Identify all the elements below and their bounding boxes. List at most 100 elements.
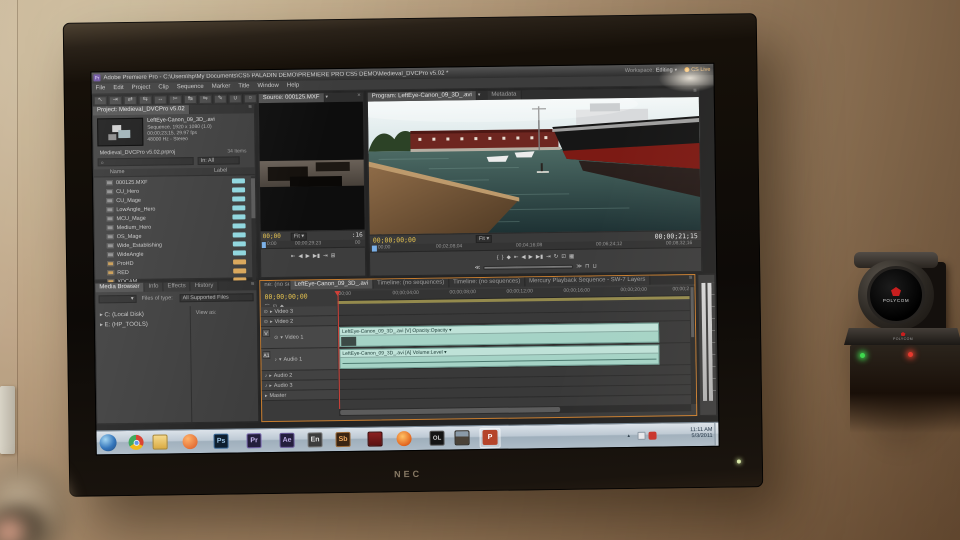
go-to-next-button[interactable]: ⇥	[546, 254, 551, 260]
chrome-icon[interactable]	[128, 434, 144, 450]
menu-edit[interactable]: Edit	[109, 85, 127, 91]
tab-history[interactable]: History	[190, 281, 219, 292]
jog-right-icon[interactable]: ≫	[576, 264, 582, 270]
project-scrollbar[interactable]	[250, 176, 257, 285]
tray-icon[interactable]	[648, 431, 657, 440]
chevron-down-icon[interactable]: ▾	[324, 93, 329, 102]
tab-metadata[interactable]: Metadata	[487, 90, 522, 100]
step-back-button[interactable]: ◀	[521, 254, 525, 260]
step-forward-button[interactable]: ▶▮	[536, 254, 543, 260]
cti-head[interactable]	[334, 291, 341, 300]
tab-effects[interactable]: Effects	[163, 282, 191, 292]
tab-timeline-3[interactable]: Timeline: (no sequences)	[449, 277, 526, 288]
collapse-icon[interactable]: ▸	[270, 318, 273, 324]
media-player-icon[interactable]	[182, 434, 198, 450]
collapse-icon[interactable]: ▸	[269, 372, 272, 378]
track-select-tool[interactable]: ⇥	[108, 95, 122, 105]
panel-menu-icon[interactable]: ≡	[691, 88, 699, 97]
tray-expand-icon[interactable]: ▴	[628, 433, 631, 439]
photo-viewer-icon[interactable]	[454, 430, 470, 446]
go-to-out-button[interactable]: ⇥	[323, 253, 328, 259]
play-button[interactable]: ▶	[306, 253, 310, 259]
after-effects-icon[interactable]: Ae	[279, 432, 295, 448]
powerpoint-icon[interactable]: P	[482, 429, 498, 446]
cs-live-button[interactable]: CS Live	[691, 66, 710, 72]
expand-icon[interactable]: ▾	[279, 356, 282, 362]
menu-clip[interactable]: Clip	[154, 84, 172, 90]
tab-timeline-active[interactable]: LeftEye-Canon_09_3D_.avi	[290, 279, 374, 290]
workspace-switcher[interactable]: Editing	[656, 67, 673, 73]
collapse-icon[interactable]: ▸	[269, 382, 272, 388]
source-playhead[interactable]	[261, 242, 266, 249]
tab-info[interactable]: Info	[144, 282, 164, 292]
panel-menu-icon[interactable]: ≡	[249, 281, 257, 290]
go-to-in-button[interactable]: {	[497, 255, 499, 261]
slide-tool[interactable]: ⇋	[198, 94, 212, 104]
toggle-track-mute-icon[interactable]: ♪	[274, 356, 277, 362]
collapse-icon[interactable]: ▸	[270, 308, 273, 314]
chevron-down-icon[interactable]: ▾	[675, 67, 678, 73]
rolling-edit-tool[interactable]: ⇆	[138, 95, 152, 105]
razor-tool[interactable]: ✂	[168, 94, 182, 104]
show-desktop-button[interactable]	[714, 422, 719, 447]
tab-media-browser[interactable]: Media Browser	[95, 282, 145, 293]
tab-timeline-2[interactable]: Timeline: (no sequences)	[373, 278, 450, 289]
toggle-track-output-icon[interactable]: ⊙	[264, 309, 268, 315]
program-zoom-dropdown[interactable]: Fit ▾	[475, 234, 493, 243]
source-timecode[interactable]: 00;00	[263, 233, 287, 240]
jog-left-icon[interactable]: ≪	[475, 265, 481, 271]
chevron-down-icon[interactable]: ▾	[477, 91, 482, 100]
expand-icon[interactable]: ▾	[280, 334, 283, 340]
menu-sequence[interactable]: Sequence	[173, 84, 208, 90]
panel-menu-icon[interactable]: ≡	[687, 275, 695, 284]
toggle-track-mute-icon[interactable]: ♪	[265, 383, 268, 389]
taskbar-clock[interactable]: 11:11 AM 5/3/2011	[662, 427, 713, 440]
marker-icon[interactable]: ◆	[507, 255, 511, 261]
adobe-red-app-icon[interactable]	[367, 431, 383, 447]
selection-tool[interactable]: ↖	[93, 95, 107, 105]
output-button[interactable]: ▦	[569, 254, 574, 260]
loop-button[interactable]: ↻	[554, 254, 559, 260]
timeline-vscrollbar[interactable]	[689, 286, 697, 405]
insert-button[interactable]: ⊞	[331, 253, 336, 259]
go-to-in-button[interactable]: ⇤	[291, 254, 296, 260]
shuttle-slider[interactable]	[483, 264, 574, 271]
start-button[interactable]	[99, 434, 117, 452]
toggle-track-output-icon[interactable]: ⊙	[264, 319, 268, 325]
files-of-type-dropdown[interactable]: All Supported Files	[179, 293, 254, 303]
toggle-track-mute-icon[interactable]: ♪	[265, 373, 268, 379]
collapse-icon[interactable]: ▸	[265, 393, 268, 399]
program-timecode[interactable]: 00;00;00;00	[373, 235, 416, 244]
source-patch-audio[interactable]: A1	[262, 351, 271, 360]
tab-project[interactable]: Project: Medieval_DVCPro v5.02	[92, 105, 190, 116]
source-zoom-dropdown[interactable]: Fit ▾	[290, 231, 308, 241]
track-header-audio1[interactable]: A1 ♪ ▾ Audio 1	[261, 348, 338, 372]
in-filter-dropdown[interactable]: In: All	[197, 156, 240, 165]
pen-tool[interactable]: ✎	[213, 94, 227, 104]
safe-margins-button[interactable]: ⊡	[561, 254, 566, 260]
soundbooth-icon[interactable]: Sb	[335, 431, 351, 448]
column-name[interactable]: Name	[110, 169, 125, 175]
search-input[interactable]: ○	[97, 157, 194, 167]
premiere-icon[interactable]: Pr	[246, 433, 262, 449]
drive-item-c[interactable]: ▸ C: (Local Disk)	[100, 311, 144, 319]
play-button[interactable]: ▶	[529, 254, 533, 260]
rate-stretch-tool[interactable]: ↔	[153, 94, 167, 105]
photoshop-icon[interactable]: Ps	[213, 433, 229, 449]
extract-button[interactable]: ⊔	[592, 263, 596, 269]
explorer-folder-icon[interactable]	[152, 434, 168, 450]
panel-menu-icon[interactable]: ≡	[246, 104, 254, 113]
go-to-out-button[interactable]: }	[502, 255, 504, 261]
tray-icon[interactable]	[637, 431, 646, 440]
ripple-edit-tool[interactable]: ⇄	[123, 95, 137, 105]
menu-marker[interactable]: Marker	[208, 83, 235, 90]
menu-window[interactable]: Window	[253, 83, 282, 89]
menu-file[interactable]: File	[92, 85, 110, 91]
close-icon[interactable]: ×	[355, 93, 363, 102]
timeline-hscrollbar[interactable]	[339, 404, 692, 417]
tab-timeline-partial[interactable]: ne: (no sequences)	[260, 280, 291, 291]
lift-button[interactable]: ⊓	[585, 264, 589, 270]
tab-mercury-sequence[interactable]: Mercury Playback Sequence - SW-7 Layers	[525, 275, 651, 287]
track-header-video1[interactable]: V ⊙ ▾ Video 1	[260, 326, 338, 350]
hand-tool[interactable]: ∪	[228, 93, 242, 104]
